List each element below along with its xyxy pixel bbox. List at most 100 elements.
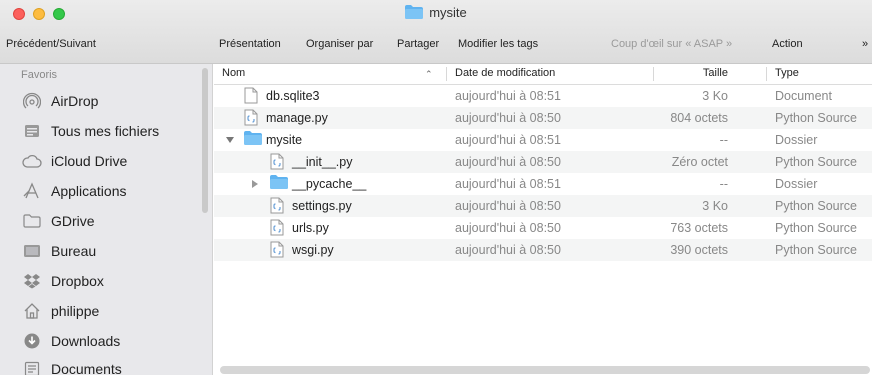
file-type: Document <box>775 89 832 103</box>
python-file-icon <box>270 219 284 239</box>
window-title-text: mysite <box>429 5 467 20</box>
desktop-icon <box>22 242 42 260</box>
home-icon <box>22 302 42 320</box>
file-date: aujourd'hui à 08:50 <box>455 221 561 235</box>
file-name: wsgi.py <box>292 243 334 257</box>
sidebar-item-label: GDrive <box>51 213 95 229</box>
file-row[interactable]: settings.py aujourd'hui à 08:50 3 Ko Python… <box>214 195 872 217</box>
file-list: Nom ⌃ Date de modification Taille Type d… <box>214 64 872 375</box>
finder-window: mysite Précédent/Suivant Présentation Or… <box>0 0 872 375</box>
file-size: -- <box>719 177 728 191</box>
sidebar-item-label: Bureau <box>51 243 97 259</box>
column-name-header[interactable]: Nom <box>222 67 245 79</box>
python-file-icon <box>244 109 258 129</box>
quick-look-button[interactable]: Coup d'œil sur « ASAP » <box>611 38 732 50</box>
document-icon <box>244 87 258 107</box>
sidebar-item-label: Applications <box>51 183 127 199</box>
sidebar-item-label: Downloads <box>51 333 121 349</box>
sidebar-item-downloads[interactable]: Downloads <box>22 329 207 353</box>
column-divider[interactable] <box>766 67 767 81</box>
sidebar-item-label: Documents <box>51 361 122 375</box>
airdrop-icon <box>22 92 42 110</box>
file-type: Python Source <box>775 155 857 169</box>
downloads-icon <box>22 332 42 350</box>
file-date: aujourd'hui à 08:50 <box>455 199 561 213</box>
toolbar-overflow-button[interactable]: » <box>862 38 868 50</box>
sidebar-item-label: philippe <box>51 303 100 319</box>
sidebar-item-documents[interactable]: Documents <box>22 357 207 375</box>
sort-ascending-icon: ⌃ <box>425 69 433 79</box>
view-button[interactable]: Présentation <box>219 38 281 50</box>
applications-icon <box>22 182 42 200</box>
file-name: manage.py <box>266 111 328 125</box>
column-divider[interactable] <box>446 67 447 81</box>
all-files-icon <box>22 122 42 140</box>
column-header: Nom ⌃ Date de modification Taille Type <box>214 64 872 85</box>
folder-icon <box>405 5 424 22</box>
title-bar: mysite Précédent/Suivant Présentation Or… <box>0 0 872 64</box>
sidebar-item-airdrop[interactable]: AirDrop <box>22 89 207 113</box>
sidebar-item-label: iCloud Drive <box>51 153 128 169</box>
disclosure-open-icon[interactable] <box>226 137 234 143</box>
file-type: Python Source <box>775 221 857 235</box>
back-forward-button[interactable]: Précédent/Suivant <box>6 38 96 50</box>
sidebar-item-dropbox[interactable]: Dropbox <box>22 269 207 293</box>
file-row[interactable]: db.sqlite3 aujourd'hui à 08:51 3 Ko Documen… <box>214 85 872 107</box>
python-file-icon <box>270 197 284 217</box>
folder-icon <box>270 175 288 192</box>
documents-icon <box>22 360 42 375</box>
column-divider[interactable] <box>653 67 654 81</box>
file-name: __pycache__ <box>292 177 367 191</box>
file-date: aujourd'hui à 08:50 <box>455 111 561 125</box>
column-type-header[interactable]: Type <box>775 67 799 79</box>
sidebar: Favoris AirDrop Tous mes fichiers iCloud… <box>0 64 213 375</box>
file-size: 804 octets <box>670 111 728 125</box>
file-row[interactable]: __init__.py aujourd'hui à 08:50 Zéro octet… <box>214 151 872 173</box>
sidebar-item-bureau[interactable]: Bureau <box>22 239 207 263</box>
file-date: aujourd'hui à 08:50 <box>455 243 561 257</box>
arrange-button[interactable]: Organiser par <box>306 38 373 50</box>
file-type: Python Source <box>775 111 857 125</box>
sidebar-item-all-files[interactable]: Tous mes fichiers <box>22 119 207 143</box>
file-name: settings.py <box>292 199 352 213</box>
sidebar-item-label: Dropbox <box>51 273 104 289</box>
file-row[interactable]: wsgi.py aujourd'hui à 08:50 390 octets Pyth… <box>214 239 872 261</box>
folder-icon <box>244 131 262 148</box>
horizontal-scrollbar[interactable] <box>220 366 870 374</box>
file-size: 390 octets <box>670 243 728 257</box>
file-row[interactable]: urls.py aujourd'hui à 08:50 763 octets Pyth… <box>214 217 872 239</box>
column-date-header[interactable]: Date de modification <box>455 67 555 79</box>
file-size: -- <box>719 133 728 147</box>
sidebar-item-philippe[interactable]: philippe <box>22 299 207 323</box>
file-row[interactable]: manage.py aujourd'hui à 08:50 804 octets Py… <box>214 107 872 129</box>
file-size: 3 Ko <box>702 199 728 213</box>
file-type: Python Source <box>775 243 857 257</box>
file-date: aujourd'hui à 08:50 <box>455 155 561 169</box>
file-name: db.sqlite3 <box>266 89 320 103</box>
python-file-icon <box>270 153 284 173</box>
folder-icon <box>22 212 42 230</box>
sidebar-item-applications[interactable]: Applications <box>22 179 207 203</box>
edit-tags-button[interactable]: Modifier les tags <box>458 38 538 50</box>
sidebar-header: Favoris <box>21 69 58 81</box>
file-name: urls.py <box>292 221 329 235</box>
disclosure-closed-icon[interactable] <box>252 180 258 188</box>
sidebar-item-label: AirDrop <box>51 93 99 109</box>
sidebar-item-label: Tous mes fichiers <box>51 123 160 139</box>
column-size-header[interactable]: Taille <box>703 67 728 79</box>
sidebar-item-icloud-drive[interactable]: iCloud Drive <box>22 149 207 173</box>
cloud-icon <box>22 152 42 170</box>
action-button[interactable]: Action <box>772 38 803 50</box>
file-row[interactable]: mysite aujourd'hui à 08:51 -- Dossier <box>214 129 872 151</box>
file-row[interactable]: __pycache__ aujourd'hui à 08:51 -- Dossier <box>214 173 872 195</box>
sidebar-item-gdrive[interactable]: GDrive <box>22 209 207 233</box>
file-size: Zéro octet <box>671 155 728 169</box>
file-name: mysite <box>266 133 303 147</box>
python-file-icon <box>270 241 284 261</box>
file-size: 3 Ko <box>702 89 728 103</box>
sidebar-scrollbar[interactable] <box>202 68 208 213</box>
window-title: mysite <box>0 5 872 22</box>
file-type: Python Source <box>775 199 857 213</box>
share-button[interactable]: Partager <box>397 38 439 50</box>
file-name: __init__.py <box>292 155 353 169</box>
